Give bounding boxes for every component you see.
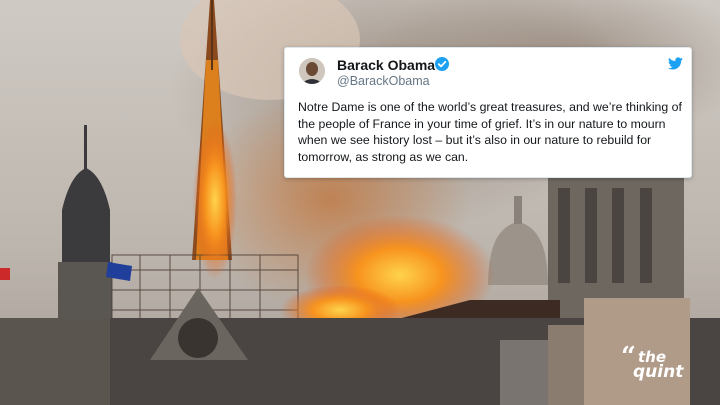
news-image: Barack Obama @BarackObama Notre Dame is … — [0, 0, 720, 405]
tweet-author-handle[interactable]: @BarackObama — [337, 74, 430, 88]
twitter-bird-icon[interactable] — [668, 57, 683, 70]
avatar[interactable] — [299, 58, 325, 84]
logo-text-quint: quint — [633, 362, 684, 382]
tweet-author-name[interactable]: Barack Obama — [337, 57, 435, 73]
avatar-image — [299, 58, 325, 84]
the-quint-logo: “ the quint — [621, 342, 684, 382]
verified-badge-icon — [435, 57, 449, 71]
tweet-card[interactable]: Barack Obama @BarackObama Notre Dame is … — [284, 47, 692, 178]
tweet-body-text: Notre Dame is one of the world’s great t… — [298, 100, 682, 164]
